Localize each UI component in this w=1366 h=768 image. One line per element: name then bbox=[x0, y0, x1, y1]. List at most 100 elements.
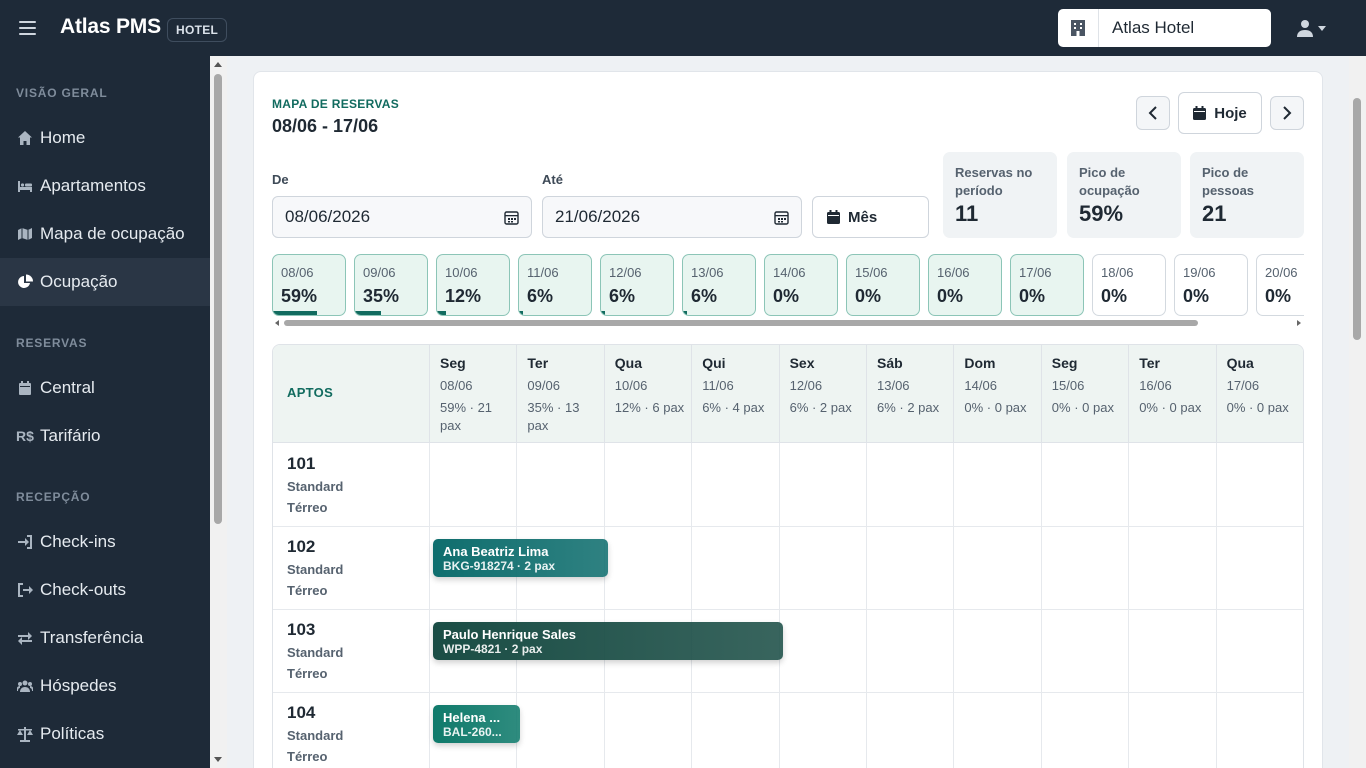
day-strip-scrollbar[interactable] bbox=[272, 318, 1304, 328]
prev-period-button[interactable] bbox=[1136, 96, 1170, 130]
next-period-button[interactable] bbox=[1270, 96, 1304, 130]
day-card[interactable]: 10/06 12% bbox=[436, 254, 510, 316]
sidebar-item-label: Apartamentos bbox=[40, 176, 146, 195]
column-occupancy: 35% · 13 pax bbox=[527, 400, 580, 433]
day-card[interactable]: 15/06 0% bbox=[846, 254, 920, 316]
column-occupancy: 6% · 4 pax bbox=[702, 400, 765, 415]
column-occupancy: 0% · 0 pax bbox=[964, 400, 1027, 415]
grid-divider bbox=[1215, 443, 1217, 768]
day-card[interactable]: 08/06 59% bbox=[272, 254, 346, 316]
grid-divider bbox=[1303, 443, 1304, 768]
pie-chart-icon bbox=[16, 273, 34, 291]
calendar-icon[interactable] bbox=[774, 210, 789, 225]
day-date: 19/06 bbox=[1183, 265, 1216, 280]
stat-value: 21 bbox=[1202, 201, 1227, 226]
user-menu-button[interactable] bbox=[1296, 17, 1330, 39]
day-occupancy: 0% bbox=[1183, 286, 1210, 306]
room-label[interactable]: 103 Standard Térreo bbox=[287, 620, 343, 681]
hotel-selector[interactable]: Atlas Hotel bbox=[1058, 9, 1271, 47]
chevron-right-icon bbox=[1283, 106, 1292, 120]
column-date: 14/06 bbox=[964, 378, 997, 393]
booking-bar[interactable]: Helena ... BAL-260... bbox=[433, 705, 521, 743]
day-occupancy: 35% bbox=[363, 286, 400, 306]
menu-toggle-icon[interactable] bbox=[19, 21, 36, 35]
from-date-input[interactable]: 08/06/2026 bbox=[272, 196, 532, 238]
grid-divider bbox=[953, 443, 955, 768]
sidebar-item-checkouts[interactable]: Check-outs bbox=[0, 566, 210, 614]
calendar-icon bbox=[1193, 106, 1207, 120]
day-card[interactable]: 18/06 0% bbox=[1092, 254, 1166, 316]
day-column-header: Qui 11/06 6% · 4 pax bbox=[691, 345, 778, 443]
to-label: Até bbox=[542, 172, 563, 187]
day-card[interactable]: 13/06 6% bbox=[682, 254, 756, 316]
scale-icon bbox=[16, 725, 34, 743]
month-button[interactable]: Mês bbox=[812, 196, 929, 238]
sidebar-scrollbar[interactable] bbox=[210, 56, 227, 768]
day-card[interactable]: 16/06 0% bbox=[928, 254, 1002, 316]
today-button[interactable]: Hoje bbox=[1178, 92, 1262, 134]
booking-bar[interactable]: Paulo Henrique Sales WPP-4821 · 2 pax bbox=[433, 622, 783, 660]
calendar-icon[interactable] bbox=[504, 210, 519, 225]
sidebar-item-hospedes[interactable]: Hóspedes bbox=[0, 662, 210, 710]
sidebar-item-label: Home bbox=[40, 128, 86, 147]
sidebar-item-label: Check-outs bbox=[40, 580, 126, 599]
day-card[interactable]: 14/06 0% bbox=[764, 254, 838, 316]
day-column-header: Qua 17/06 0% · 0 pax bbox=[1215, 345, 1303, 443]
day-date: 16/06 bbox=[937, 265, 970, 280]
day-date: 13/06 bbox=[691, 265, 724, 280]
day-column-header: Qua 10/06 12% · 6 pax bbox=[603, 345, 691, 443]
day-card[interactable]: 11/06 6% bbox=[518, 254, 592, 316]
weekday: Seg bbox=[1051, 355, 1078, 371]
exchange-icon bbox=[16, 629, 34, 647]
day-date: 18/06 bbox=[1101, 265, 1134, 280]
sidebar-item-label: Ocupação bbox=[40, 272, 118, 291]
day-card[interactable]: 19/06 0% bbox=[1174, 254, 1248, 316]
brand-name: Atlas PMS bbox=[60, 15, 161, 38]
sidebar-section-overview: VISÃO GERAL bbox=[16, 86, 108, 100]
column-date: 12/06 bbox=[789, 378, 823, 393]
sidebar-item-politicas[interactable]: Políticas bbox=[0, 710, 210, 758]
occupancy-bar bbox=[519, 311, 524, 315]
stat-label: Pico de pessoas bbox=[1202, 165, 1255, 198]
sidebar-item-ocupacao[interactable]: Ocupação bbox=[0, 258, 210, 306]
day-date: 20/06 bbox=[1265, 265, 1298, 280]
day-card[interactable]: 20/06 0% bbox=[1256, 254, 1304, 316]
sidebar-item-label: Check-ins bbox=[40, 532, 116, 551]
day-occupancy: 59% bbox=[281, 286, 318, 306]
room-label[interactable]: 101 Standard Térreo bbox=[287, 454, 343, 515]
room-number: 104 bbox=[287, 703, 316, 722]
sidebar-item-checkins[interactable]: Check-ins bbox=[0, 518, 210, 566]
grid-divider bbox=[603, 443, 605, 768]
sidebar: VISÃO GERAL Home Apartamentos Mapa de oc… bbox=[0, 56, 210, 768]
sidebar-item-mapa[interactable]: Mapa de ocupação bbox=[0, 210, 210, 258]
column-date: 11/06 bbox=[702, 378, 734, 393]
sidebar-item-tarifario[interactable]: R$ Tarifário bbox=[0, 412, 210, 460]
occupancy-bar bbox=[355, 311, 381, 315]
column-date: 17/06 bbox=[1226, 378, 1260, 393]
sidebar-item-transferencia[interactable]: Transferência bbox=[0, 614, 210, 662]
room-label[interactable]: 104 Standard Térreo bbox=[287, 703, 343, 764]
day-column-header: Ter 09/06 35% · 13 pax bbox=[516, 345, 603, 443]
day-card[interactable]: 17/06 0% bbox=[1010, 254, 1084, 316]
day-card[interactable]: 12/06 6% bbox=[600, 254, 674, 316]
column-date: 08/06 bbox=[440, 378, 473, 393]
sign-in-icon bbox=[16, 533, 34, 551]
day-column-header: Dom 14/06 0% · 0 pax bbox=[953, 345, 1040, 443]
day-card[interactable]: 09/06 35% bbox=[354, 254, 428, 316]
room-floor: Térreo bbox=[287, 666, 328, 681]
sidebar-item-apartamentos[interactable]: Apartamentos bbox=[0, 162, 210, 210]
sidebar-item-central[interactable]: Central bbox=[0, 364, 210, 412]
room-label[interactable]: 102 Standard Térreo bbox=[287, 537, 343, 598]
column-date: 10/06 bbox=[614, 378, 648, 393]
booking-bar[interactable]: Ana Beatriz Lima BKG-918274 · 2 pax bbox=[433, 539, 608, 577]
sidebar-item-home[interactable]: Home bbox=[0, 114, 210, 162]
room-number: 101 bbox=[287, 454, 316, 473]
sidebar-item-label: Central bbox=[40, 378, 95, 397]
column-date: 15/06 bbox=[1051, 378, 1085, 393]
to-date-input[interactable]: 21/06/2026 bbox=[542, 196, 802, 238]
page-scrollbar[interactable] bbox=[1349, 56, 1366, 768]
building-icon bbox=[1058, 9, 1099, 47]
room-type: Standard bbox=[287, 728, 344, 743]
today-label: Hoje bbox=[1214, 104, 1247, 122]
booking-code: BAL-260... bbox=[443, 725, 502, 739]
